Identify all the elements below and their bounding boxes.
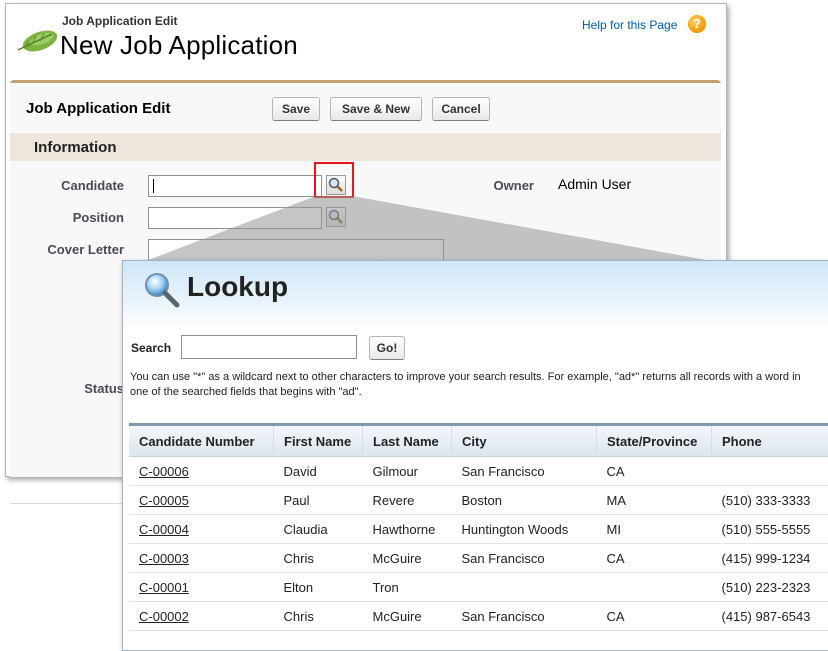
candidate-number-link[interactable]: C-00002 [129, 602, 274, 631]
last-name-cell: Revere [363, 486, 452, 515]
table-row: C-00001 Elton Tron (510) 223-2323 [129, 573, 828, 602]
page-subtitle: Job Application Edit [62, 14, 178, 28]
table-row: C-00005 Paul Revere Boston MA (510) 333-… [129, 486, 828, 515]
cover-letter-label: Cover Letter [30, 242, 124, 257]
table-row: C-00004 Claudia Hawthorne Huntington Woo… [129, 515, 828, 544]
owner-value: Admin User [558, 176, 631, 192]
first-name-cell: David [274, 457, 363, 486]
help-icon[interactable]: ? [688, 15, 706, 33]
leaf-icon [14, 26, 62, 56]
candidate-number-link[interactable]: C-00003 [129, 544, 274, 573]
candidate-input[interactable] [148, 175, 322, 197]
status-label: Status [30, 381, 124, 396]
lookup-title: Lookup [187, 271, 288, 303]
text-cursor [153, 179, 154, 193]
last-name-cell: Tron [363, 573, 452, 602]
city-cell: Huntington Woods [452, 515, 597, 544]
last-name-cell: McGuire [363, 602, 452, 631]
candidate-number-link[interactable]: C-00005 [129, 486, 274, 515]
city-cell: San Francisco [452, 457, 597, 486]
last-name-cell: McGuire [363, 544, 452, 573]
section-title: Information [34, 139, 117, 156]
lookup-icon-highlight [314, 162, 354, 198]
results-header-row: Candidate Number First Name Last Name Ci… [129, 426, 828, 457]
page-title: New Job Application [60, 30, 298, 61]
city-cell [452, 573, 597, 602]
first-name-cell: Claudia [274, 515, 363, 544]
position-label: Position [30, 210, 124, 225]
help-link[interactable]: Help for this Page [582, 18, 677, 32]
page-header: Job Application Edit New Job Application… [6, 4, 726, 82]
last-name-cell: Hawthorne [363, 515, 452, 544]
lookup-title-magnifier-icon [141, 269, 185, 313]
results-table: Candidate Number First Name Last Name Ci… [129, 426, 828, 631]
column-header[interactable]: City [452, 426, 597, 457]
table-row: C-00003 Chris McGuire San Francisco CA (… [129, 544, 828, 573]
column-header[interactable]: State/Province [597, 426, 712, 457]
column-header[interactable]: Last Name [363, 426, 452, 457]
state-cell: CA [597, 457, 712, 486]
column-header[interactable]: First Name [274, 426, 363, 457]
phone-cell: (510) 333-3333 [712, 486, 828, 515]
lookup-header: Lookup [123, 261, 828, 331]
candidate-number-link[interactable]: C-00001 [129, 573, 274, 602]
position-lookup-icon[interactable] [326, 207, 346, 227]
information-section-header: Information [10, 133, 721, 161]
state-cell: CA [597, 602, 712, 631]
phone-cell [712, 457, 828, 486]
first-name-cell: Paul [274, 486, 363, 515]
save-and-new-button[interactable]: Save & New [330, 97, 422, 121]
position-input[interactable] [148, 207, 322, 229]
cancel-button[interactable]: Cancel [432, 97, 490, 121]
last-name-cell: Gilmour [363, 457, 452, 486]
candidate-label: Candidate [30, 178, 124, 193]
search-input[interactable] [181, 335, 357, 359]
lookup-results: Candidate Number First Name Last Name Ci… [129, 423, 828, 648]
phone-cell: (415) 987-6543 [712, 602, 828, 631]
state-cell: MI [597, 515, 712, 544]
candidate-number-link[interactable]: C-00004 [129, 515, 274, 544]
city-cell: Boston [452, 486, 597, 515]
first-name-cell: Chris [274, 544, 363, 573]
lookup-window: Lookup Search Go! You can use "*" as a w… [122, 260, 828, 651]
state-cell: MA [597, 486, 712, 515]
candidate-number-link[interactable]: C-00006 [129, 457, 274, 486]
first-name-cell: Elton [274, 573, 363, 602]
table-row: C-00006 David Gilmour San Francisco CA [129, 457, 828, 486]
search-hint: You can use "*" as a wildcard next to ot… [130, 370, 820, 400]
search-label: Search [131, 341, 171, 355]
state-cell [597, 573, 712, 602]
phone-cell: (415) 999-1234 [712, 544, 828, 573]
save-button[interactable]: Save [272, 97, 320, 121]
state-cell: CA [597, 544, 712, 573]
lookup-magnifier-icon [327, 208, 345, 226]
phone-cell: (510) 555-5555 [712, 515, 828, 544]
owner-label: Owner [480, 178, 534, 193]
go-button[interactable]: Go! [369, 336, 405, 360]
phone-cell: (510) 223-2323 [712, 573, 828, 602]
city-cell: San Francisco [452, 602, 597, 631]
city-cell: San Francisco [452, 544, 597, 573]
block-title: Job Application Edit [26, 100, 170, 117]
column-header[interactable]: Phone [712, 426, 828, 457]
table-row: C-00002 Chris McGuire San Francisco CA (… [129, 602, 828, 631]
first-name-cell: Chris [274, 602, 363, 631]
panel-button-bar: Job Application Edit Save Save & New Can… [10, 83, 721, 131]
column-header[interactable]: Candidate Number [129, 426, 274, 457]
